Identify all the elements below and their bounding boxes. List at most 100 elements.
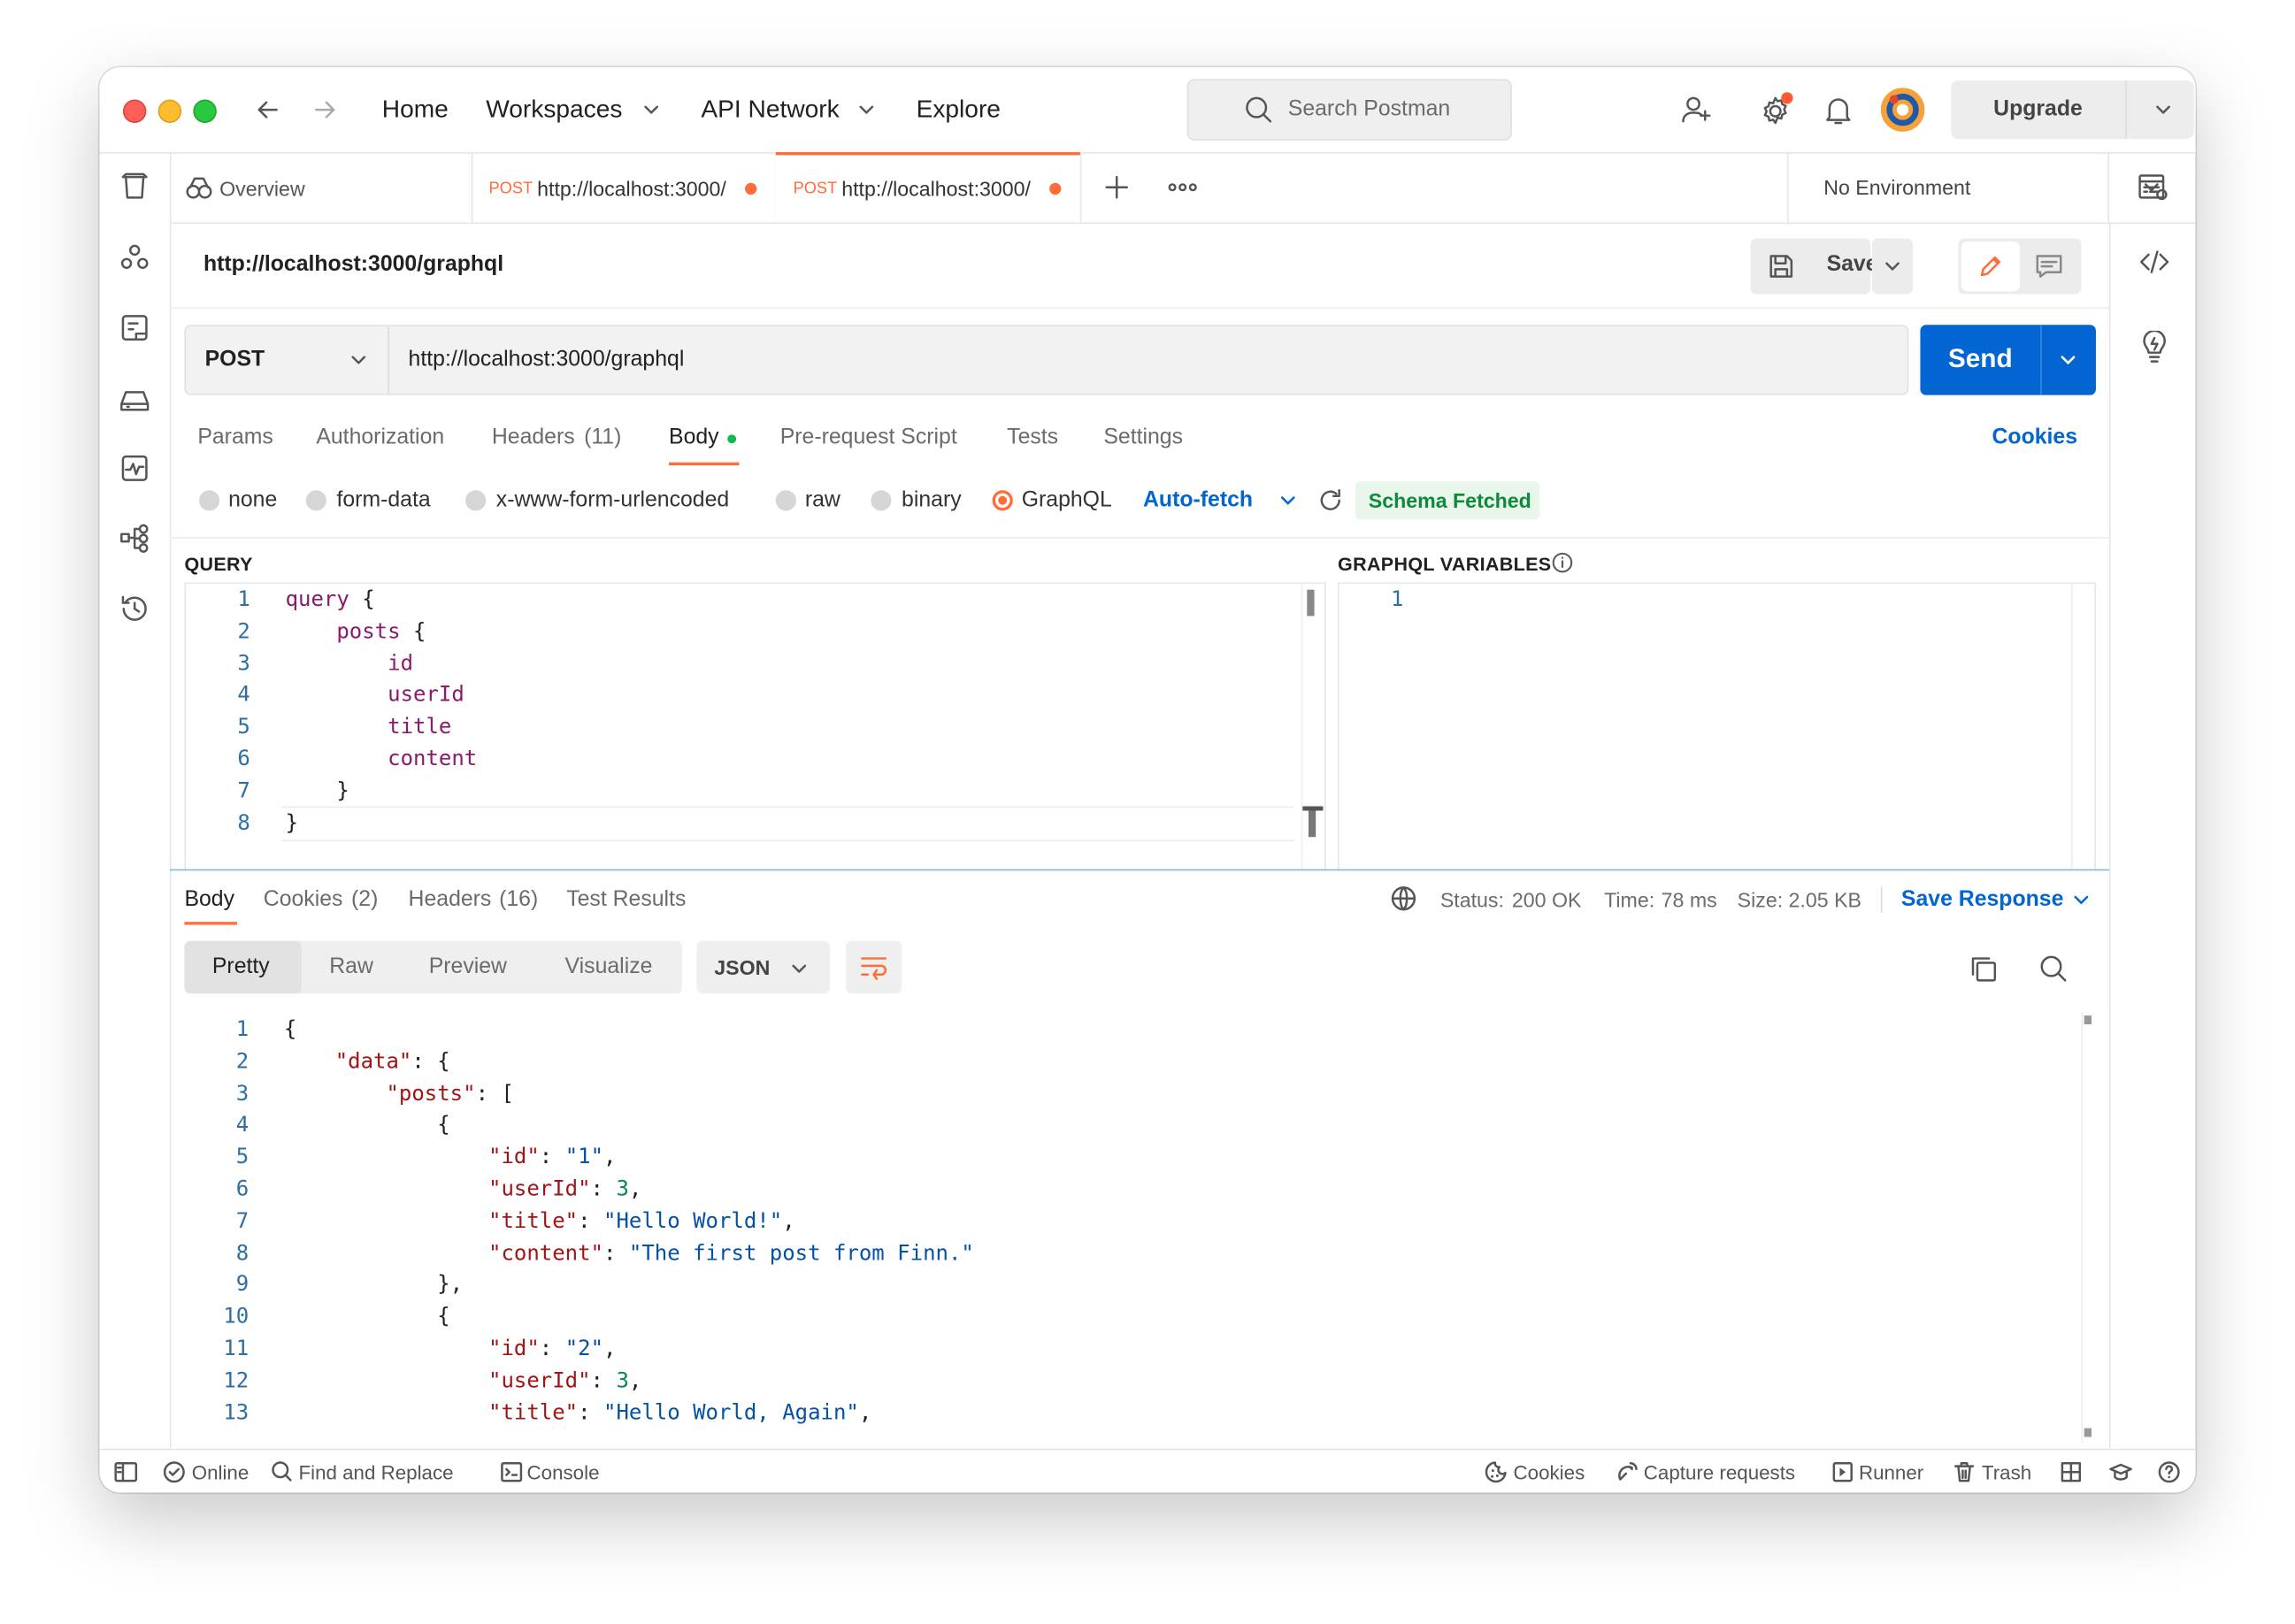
collections-icon[interactable]: [119, 172, 150, 203]
scroll-thumb[interactable]: [1308, 810, 1316, 838]
refresh-schema-icon[interactable]: [1317, 487, 1344, 514]
more-tabs-icon[interactable]: [1168, 180, 1197, 195]
size-value[interactable]: 2.05 KB: [1789, 888, 1861, 911]
radio-none[interactable]: [198, 490, 220, 511]
cookies-link[interactable]: Cookies: [1992, 425, 2078, 449]
chevron-down-icon[interactable]: [2060, 353, 2077, 368]
cookies-button[interactable]: Cookies: [1514, 1462, 1585, 1484]
tab-overview[interactable]: Overview: [170, 152, 473, 223]
environments-icon[interactable]: [119, 311, 150, 343]
tab-headers[interactable]: Headers: [492, 425, 575, 449]
capture-requests-button[interactable]: Capture requests: [1644, 1462, 1795, 1484]
comments-icon[interactable]: [2034, 253, 2063, 280]
tab-settings[interactable]: Settings: [1103, 425, 1183, 449]
layout-icon[interactable]: [2061, 1462, 2082, 1482]
radio-graphql-label: GraphQL: [1021, 486, 1112, 513]
save-options-button[interactable]: [1871, 238, 1914, 295]
send-button[interactable]: Send: [1920, 325, 2096, 395]
trash-button[interactable]: Trash: [1982, 1462, 2031, 1484]
nav-workspaces[interactable]: Workspaces: [486, 96, 622, 125]
info-icon[interactable]: [1552, 552, 1574, 574]
response-body-viewer[interactable]: 1 {2 "data": {3 "posts": [4 {5 "id": "1",…: [184, 1012, 2109, 1449]
close-window-button[interactable]: [122, 99, 147, 123]
save-response-button[interactable]: Save Response: [1901, 887, 2063, 912]
mock-servers-icon[interactable]: [119, 382, 150, 414]
tab-authorization[interactable]: Authorization: [316, 425, 444, 449]
tab-request-1[interactable]: POST http://localhost:3000/: [472, 152, 778, 223]
radio-raw[interactable]: [775, 490, 796, 511]
flows-icon[interactable]: [119, 523, 150, 555]
invite-user-icon[interactable]: [1680, 94, 1712, 126]
tab-body[interactable]: Body: [669, 425, 719, 449]
radio-binary[interactable]: [871, 490, 892, 511]
overview-icon: [184, 176, 213, 199]
auto-fetch-toggle[interactable]: Auto-fetch: [1143, 487, 1253, 512]
runner-button[interactable]: Runner: [1859, 1462, 1923, 1484]
radio-graphql[interactable]: [992, 490, 1013, 511]
status-value[interactable]: 200 OK: [1512, 888, 1582, 911]
settings-gear-icon[interactable]: [1758, 92, 1793, 127]
nav-explore[interactable]: Explore: [917, 96, 1001, 125]
view-preview[interactable]: Preview: [429, 954, 507, 979]
history-icon[interactable]: [119, 593, 150, 624]
scroll-thumb[interactable]: [1307, 589, 1315, 617]
apis-icon[interactable]: [119, 241, 150, 273]
help-icon[interactable]: [2157, 1460, 2180, 1483]
search-input[interactable]: Search Postman: [1186, 79, 1512, 141]
search-icon[interactable]: [2038, 954, 2068, 984]
method-select[interactable]: POST: [186, 326, 390, 395]
console-button[interactable]: Console: [527, 1462, 600, 1484]
lightbulb-icon[interactable]: [2140, 330, 2169, 363]
format-select[interactable]: JSON: [696, 940, 830, 994]
code-snippet-icon[interactable]: [2138, 249, 2170, 275]
nav-api-network[interactable]: API Network: [701, 96, 839, 125]
code-line: content: [285, 747, 478, 771]
scroll-arrow[interactable]: [2084, 1428, 2092, 1437]
tab-prerequest-script[interactable]: Pre-request Script: [780, 425, 957, 449]
response-scrollbar[interactable]: [2081, 1012, 2084, 1444]
variables-scrollbar[interactable]: [2070, 584, 2073, 871]
upgrade-button[interactable]: Upgrade: [1951, 80, 2194, 140]
variables-editor[interactable]: 1: [1338, 582, 2096, 871]
query-scrollbar[interactable]: [1301, 584, 1324, 871]
wrap-lines-button[interactable]: [846, 940, 902, 994]
nav-home[interactable]: Home: [382, 96, 449, 125]
radio-form-data[interactable]: [305, 490, 326, 511]
tab-tests[interactable]: Tests: [1007, 425, 1058, 449]
online-status[interactable]: Online: [192, 1462, 249, 1484]
line-number: 4: [237, 684, 250, 708]
toggle-sidebar-icon[interactable]: [114, 1462, 138, 1482]
tab-request-2[interactable]: POST http://localhost:3000/: [775, 152, 1082, 223]
edit-mode-button[interactable]: [1961, 241, 2020, 292]
url-input[interactable]: http://localhost:3000/graphql: [409, 347, 685, 372]
back-arrow-icon[interactable]: [255, 96, 281, 123]
environment-quick-look[interactable]: [2107, 152, 2195, 223]
minimize-window-button[interactable]: [157, 99, 182, 123]
tab-response-cookies[interactable]: Cookies: [264, 887, 343, 912]
view-visualize[interactable]: Visualize: [565, 954, 653, 979]
scroll-arrow[interactable]: [2084, 1015, 2092, 1025]
tab-response-headers[interactable]: Headers: [409, 887, 492, 912]
view-raw[interactable]: Raw: [329, 954, 373, 979]
avatar[interactable]: [1880, 88, 1925, 132]
view-pretty[interactable]: Pretty: [212, 954, 270, 979]
copy-icon[interactable]: [1969, 954, 1998, 984]
chevron-down-icon[interactable]: [2154, 103, 2172, 118]
tab-params[interactable]: Params: [197, 425, 273, 449]
find-and-replace[interactable]: Find and Replace: [298, 1462, 453, 1484]
tab-response-body[interactable]: Body: [184, 887, 234, 912]
globe-icon[interactable]: [1391, 885, 1417, 912]
zoom-window-button[interactable]: [193, 99, 217, 123]
monitors-icon[interactable]: [119, 452, 150, 484]
query-editor[interactable]: 1 query {2 posts {3 id 4 userId 5 title 6 co…: [184, 582, 1326, 871]
forward-arrow-icon[interactable]: [311, 96, 338, 123]
radio-urlencoded[interactable]: [465, 490, 487, 511]
tab-test-results[interactable]: Test Results: [566, 887, 686, 912]
chevron-down-icon[interactable]: [1279, 493, 1297, 508]
time-value[interactable]: 78 ms: [1662, 888, 1717, 911]
bootcamp-cap-icon[interactable]: [2109, 1460, 2132, 1483]
chevron-down-icon[interactable]: [2072, 892, 2090, 908]
active-tab-underline: [669, 462, 740, 466]
new-tab-plus-icon[interactable]: [1103, 174, 1130, 201]
notifications-bell-icon[interactable]: [1823, 94, 1853, 126]
